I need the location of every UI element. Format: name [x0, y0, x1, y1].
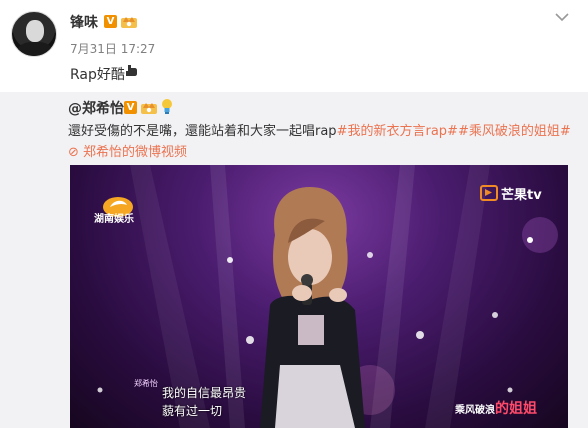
- subtitle-line: 藐有过一切: [162, 404, 223, 418]
- repost-verified-badge-icon: V: [124, 101, 137, 114]
- video-link[interactable]: 郑希怡的微博视频: [83, 145, 187, 160]
- singer-figure: [260, 187, 365, 428]
- video-subtitle: 我的自信最昂贵 藐有过一切: [162, 384, 246, 420]
- platform-logo-text: 芒果tv: [501, 188, 542, 203]
- show-logo-text: 乘风破浪: [455, 405, 495, 416]
- subtitle-speaker: 郑希怡: [134, 379, 158, 388]
- show-logo: 乘风破浪的姐姐: [455, 398, 537, 418]
- repost-author-name[interactable]: @郑希怡: [68, 98, 124, 118]
- repost-vip-crown-icon: [141, 103, 157, 114]
- mango-tv-logo-icon: [480, 185, 498, 201]
- channel-logo-text: 湖南娱乐: [94, 214, 134, 225]
- lightbulb-icon: [162, 99, 172, 114]
- vip-crown-icon: [121, 17, 137, 28]
- hashtag-link[interactable]: #我的新衣方言rap#: [337, 124, 458, 139]
- hashtag-link[interactable]: #乘风破浪的姐姐#: [458, 124, 571, 139]
- author-name[interactable]: 锋味: [70, 12, 98, 32]
- thumbs-down-hand-icon: [126, 65, 137, 76]
- repost-body-text: 還好受傷的不是嘴，還能站着和大家一起唱rap: [68, 124, 337, 139]
- subtitle-line: 我的自信最昂贵: [162, 386, 247, 400]
- video-player[interactable]: 湖南娱乐 芒果tv 郑希怡 我的自信最昂贵 藐有过一切 乘风破浪的姐姐: [70, 165, 568, 428]
- post-timestamp[interactable]: 7月31日 17:27: [70, 40, 155, 57]
- show-logo-suffix: 的姐姐: [495, 401, 537, 417]
- repost-text: 還好受傷的不是嘴，還能站着和大家一起唱rap#我的新衣方言rap##乘风破浪的姐…: [68, 121, 573, 163]
- post-header: 锋味 V 7月31日 17:27 Rap好酷: [0, 0, 588, 92]
- verified-badge-icon: V: [104, 15, 117, 28]
- author-avatar[interactable]: [11, 11, 57, 57]
- repost-container: @郑希怡 V 還好受傷的不是嘴，還能站着和大家一起唱rap#我的新衣方言rap#…: [0, 92, 588, 428]
- post-text: Rap好酷: [70, 67, 125, 83]
- chevron-down-icon[interactable]: [555, 12, 569, 22]
- link-icon: ⊘: [68, 145, 79, 160]
